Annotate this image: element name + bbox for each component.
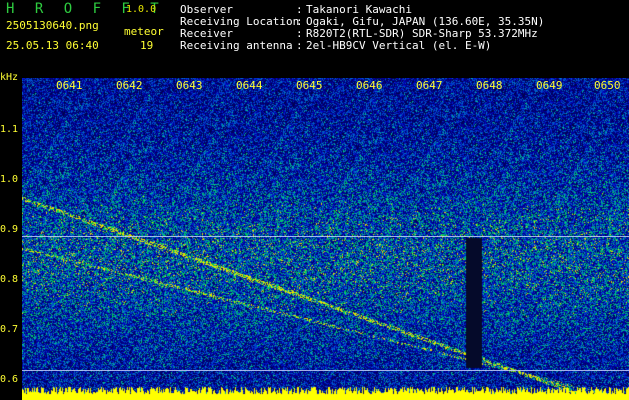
x-tick: 0648 xyxy=(476,79,503,92)
x-tick: 0645 xyxy=(296,79,323,92)
info-separators: : : : : xyxy=(296,3,303,52)
x-tick: 0650 xyxy=(594,79,621,92)
x-tick: 0646 xyxy=(356,79,383,92)
y-tick: 0.9 xyxy=(0,224,19,235)
meteor-count: 19 xyxy=(140,39,154,52)
marker-line xyxy=(22,370,629,371)
marker-line xyxy=(22,236,629,237)
x-tick: 0644 xyxy=(236,79,263,92)
datetime: 25.05.13 06:40 xyxy=(6,39,99,52)
y-tick: 0.7 xyxy=(0,324,19,335)
spectrogram-image xyxy=(22,78,629,400)
x-tick: 0643 xyxy=(176,79,203,92)
y-axis-unit: kHz xyxy=(0,72,19,83)
meteor-label: meteor xyxy=(124,25,164,38)
y-tick: 0.6 xyxy=(0,374,19,385)
info-label: Receiving antenna xyxy=(180,39,293,52)
y-tick: 1.0 xyxy=(0,174,19,185)
x-tick: 0649 xyxy=(536,79,563,92)
x-tick: 0642 xyxy=(116,79,143,92)
y-tick: 1.1 xyxy=(0,124,19,135)
y-tick: 0.8 xyxy=(0,274,19,285)
file-name: 2505130640.png xyxy=(6,19,99,32)
info-value: 2el-HB9CV Vertical (el. E-W) xyxy=(306,39,492,52)
x-tick: 0647 xyxy=(416,79,443,92)
info-labels: Observer Receiving Location Receiver Rec… xyxy=(180,4,299,52)
app-version: 1.0.0 xyxy=(126,4,157,15)
x-tick: 0641 xyxy=(56,79,83,92)
info-values: Takanori Kawachi Ogaki, Gifu, JAPAN (136… xyxy=(306,4,544,52)
